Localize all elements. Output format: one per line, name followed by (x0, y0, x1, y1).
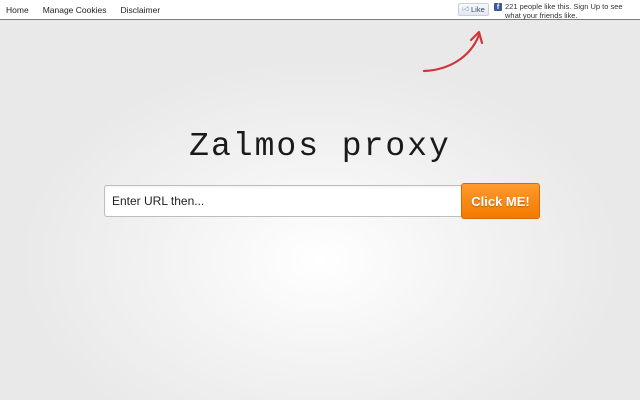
nav-home[interactable]: Home (6, 5, 29, 15)
like-count-text: 221 people like this. Sign Up to see wha… (505, 2, 623, 20)
curved-arrow-icon (422, 30, 484, 73)
thumbs-up-icon: 👍︎ (462, 6, 470, 13)
top-bar: Home Manage Cookies Disclaimer 👍︎ Like f… (0, 0, 640, 20)
top-nav: Home Manage Cookies Disclaimer (6, 5, 174, 15)
nav-manage-cookies[interactable]: Manage Cookies (43, 5, 107, 15)
page-title: Zalmos proxy (189, 128, 451, 165)
nav-disclaimer[interactable]: Disclaimer (120, 5, 160, 15)
like-button-label: Like (471, 5, 485, 14)
submit-button[interactable]: Click ME! (461, 183, 540, 219)
facebook-icon: f (494, 3, 502, 11)
url-input[interactable] (104, 185, 462, 217)
facebook-like-button[interactable]: 👍︎ Like (458, 3, 489, 16)
